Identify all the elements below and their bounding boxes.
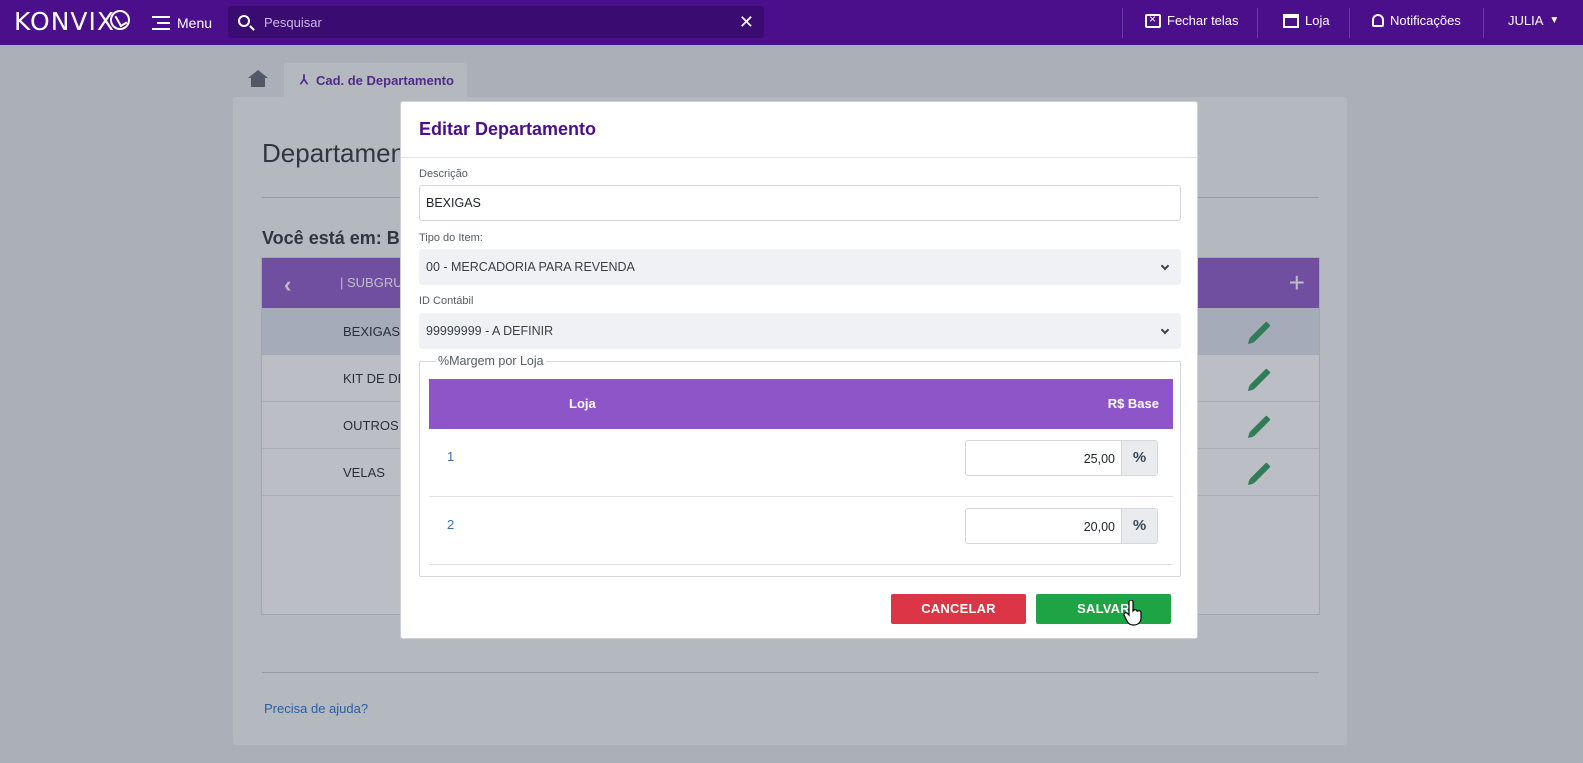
store-label: Loja: [1305, 13, 1330, 28]
menu-icon: [152, 16, 170, 30]
chevron-down-icon: [1160, 325, 1170, 335]
divider: [1122, 8, 1123, 38]
descricao-value: BEXIGAS: [426, 196, 481, 210]
descricao-label: Descrição: [419, 168, 468, 180]
user-name: JULIA: [1508, 13, 1544, 28]
tipo-item-value: 00 - MERCADORIA PARA REVENDA: [426, 260, 635, 274]
percent-icon: %: [1121, 441, 1157, 475]
loja-number: 1: [447, 449, 455, 464]
table-row: 1 25,00 %: [429, 429, 1173, 497]
search-bar: ✕: [228, 6, 764, 38]
margem-legend: %Margem por Loja: [436, 354, 546, 368]
cancel-button[interactable]: CANCELAR: [891, 594, 1026, 624]
edit-department-modal: Editar Departamento Descrição BEXIGAS Ti…: [400, 101, 1198, 639]
margem-input[interactable]: 25,00 %: [965, 440, 1158, 476]
konvix-logo[interactable]: KONVIX: [14, 7, 115, 36]
col-base: R$ Base: [1107, 396, 1159, 411]
user-menu[interactable]: JULIA ▼: [1508, 13, 1559, 28]
id-contabil-value: 99999999 - A DEFINIR: [426, 324, 554, 338]
divider: [1483, 8, 1484, 38]
table-row: 2 20,00 %: [429, 497, 1173, 565]
margem-table-header: Loja R$ Base: [429, 379, 1173, 429]
chevron-down-icon: [1160, 261, 1170, 271]
save-button[interactable]: SALVAR: [1036, 594, 1171, 624]
chevron-down-icon: ▼: [1549, 15, 1560, 26]
search-input[interactable]: [264, 6, 724, 38]
clear-search-icon[interactable]: ✕: [739, 12, 754, 32]
tipo-item-select[interactable]: 00 - MERCADORIA PARA REVENDA: [419, 249, 1181, 285]
margem-value: 20,00: [1083, 520, 1115, 534]
store-icon: [1283, 13, 1299, 28]
percent-icon: %: [1121, 509, 1157, 543]
col-loja: Loja: [569, 396, 596, 411]
divider: [1349, 8, 1350, 38]
tipo-item-label: Tipo do Item:: [419, 232, 483, 244]
hand-cursor-icon: [1123, 600, 1142, 626]
id-contabil-label: ID Contábil: [419, 295, 474, 307]
menu-label: Menu: [177, 15, 213, 31]
modal-title: Editar Departamento: [419, 119, 597, 139]
top-bar: KONVIX Menu ✕ Fechar telas Loja Notifica…: [0, 0, 1583, 45]
id-contabil-select[interactable]: 99999999 - A DEFINIR: [419, 313, 1181, 349]
notifications-button[interactable]: Notificações: [1372, 13, 1461, 28]
store-button[interactable]: Loja: [1283, 13, 1330, 28]
descricao-input[interactable]: BEXIGAS: [419, 185, 1181, 221]
logo-mark-icon: [110, 10, 130, 30]
notifications-label: Notificações: [1390, 13, 1461, 28]
search-icon: [238, 15, 250, 27]
close-screens-label: Fechar telas: [1167, 13, 1239, 28]
divider: [1257, 8, 1258, 38]
loja-number: 2: [447, 517, 455, 532]
bell-icon: [1372, 14, 1384, 27]
margem-fieldset: %Margem por Loja Loja R$ Base 1 25,00 % …: [419, 354, 1181, 577]
close-window-icon: [1145, 12, 1161, 28]
margem-value: 25,00: [1083, 452, 1115, 466]
menu-button[interactable]: Menu: [152, 12, 212, 34]
divider: [401, 157, 1197, 158]
close-screens-button[interactable]: Fechar telas: [1145, 12, 1239, 28]
margem-input[interactable]: 20,00 %: [965, 508, 1158, 544]
